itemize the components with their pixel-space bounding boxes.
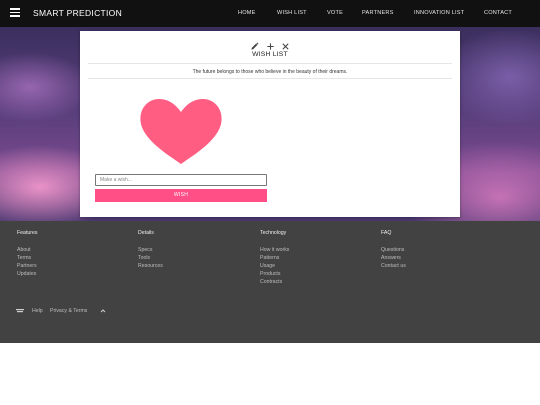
close-icon[interactable] (281, 42, 290, 51)
footer-heading: Features (17, 230, 38, 236)
footer-privacy-terms-link[interactable]: Privacy & Terms (50, 308, 87, 314)
nav-partners[interactable]: PARTNERS (362, 10, 394, 16)
tagline: The future belongs to those who believe … (192, 69, 348, 75)
footer-link[interactable]: Contact us (381, 263, 406, 269)
divider (88, 78, 452, 79)
footer-link[interactable]: Tools (138, 255, 150, 261)
footer-heading: Details (138, 230, 154, 236)
footer-link[interactable]: Resources (138, 263, 163, 269)
footer-link[interactable]: About (17, 247, 31, 253)
pencil-icon[interactable] (250, 42, 259, 51)
nav-contact[interactable]: CONTACT (484, 10, 512, 16)
heart-icon (140, 99, 222, 164)
footer: Features About Terms Partners Updates De… (0, 221, 540, 343)
card-title: WISH LIST (252, 51, 288, 58)
footer-link[interactable]: Terms (17, 255, 31, 261)
nav-home[interactable]: HOME (238, 10, 256, 16)
footer-link[interactable]: Patterns (260, 255, 279, 261)
footer-link[interactable]: Usage (260, 263, 275, 269)
footer-link[interactable]: Products (260, 271, 280, 277)
nav-links: HOME WISH LIST VOTE PARTNERS INNOVATION … (0, 0, 540, 27)
wish-button[interactable]: WISH (95, 189, 267, 202)
footer-link[interactable]: Updates (17, 271, 36, 277)
wish-input[interactable] (95, 174, 267, 186)
footer-link[interactable]: Specs (138, 247, 152, 253)
wish-list-card: WISH LIST The future belongs to those wh… (80, 31, 460, 217)
nav-wish-list[interactable]: WISH LIST (277, 10, 307, 16)
footer-link[interactable]: Questions (381, 247, 404, 253)
footer-heading: FAQ (381, 230, 392, 236)
plus-icon[interactable] (266, 42, 275, 51)
nav-innovation-list[interactable]: INNOVATION LIST (414, 10, 464, 16)
top-navbar: SMART PREDICTION HOME WISH LIST VOTE PAR… (0, 0, 540, 27)
footer-link[interactable]: How it works (260, 247, 289, 253)
footer-help-link[interactable]: Help (32, 308, 43, 314)
footer-heading: Technology (260, 230, 287, 236)
divider (88, 63, 452, 64)
nav-vote[interactable]: VOTE (327, 10, 343, 16)
footer-link[interactable]: Contracts (260, 279, 282, 285)
logo-icon (16, 309, 24, 313)
footer-link[interactable]: Partners (17, 263, 37, 269)
footer-link[interactable]: Answers (381, 255, 401, 261)
chevron-up-icon[interactable] (100, 308, 106, 314)
